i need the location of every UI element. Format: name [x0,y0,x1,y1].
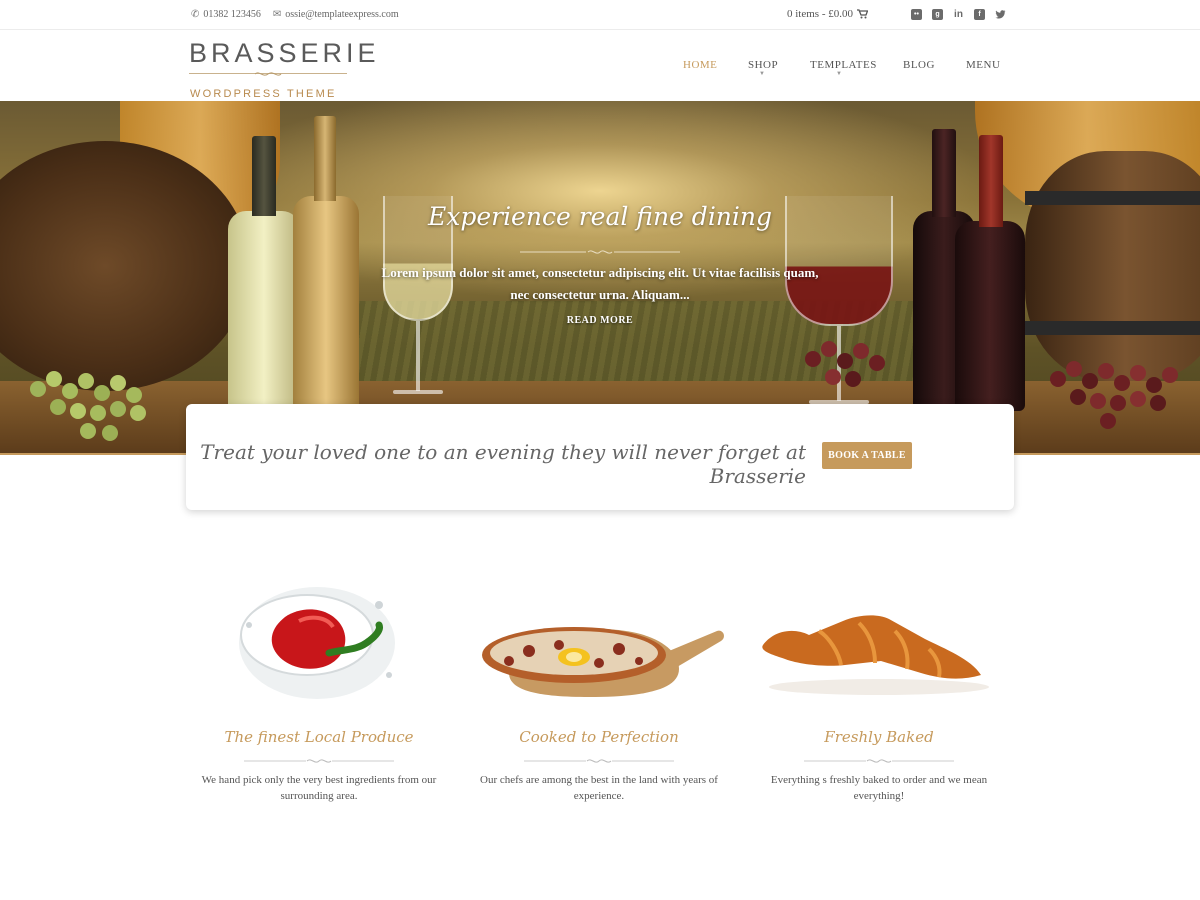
divider-ornament-icon [244,759,394,763]
nav-menu[interactable]: MENU [966,59,1000,71]
hero-banner: Experience real fine dining Lorem ipsum … [0,101,1200,455]
booking-text: Treat your loved one to an evening they … [200,440,806,488]
croissant-image [762,615,989,695]
hero-description: Lorem ipsum dolor sit amet, consectetur … [381,265,819,302]
red-grapes-right [1050,361,1200,451]
book-table-button[interactable]: BOOK A TABLE [822,442,912,469]
hero-ornament-icon [520,250,680,254]
site-header: BRASSERIE WORDPRESS THEME HOME SHOP ▼ TE… [0,30,1200,101]
booking-callout: Treat your loved one to an evening they … [186,404,1014,510]
red-grapes-center [805,341,915,401]
nav-templates[interactable]: TEMPLATES [810,59,877,71]
templates-caret-icon: ▼ [836,71,843,77]
shop-caret-icon: ▼ [759,71,766,77]
site-logo[interactable]: BRASSERIE WORDPRESS THEME [189,38,380,100]
feature-title: The finest Local Produce [224,728,414,746]
social-links: •• g in f [911,9,1006,20]
feature-description: We hand pick only the very best ingredie… [201,774,437,802]
logo-tagline: WORDPRESS THEME [190,88,337,100]
linkedin-icon[interactable]: in [953,9,964,20]
google-plus-icon[interactable]: g [932,9,943,20]
feature-title: Cooked to Perfection [519,728,679,746]
email-address: ossie@templateexpress.com [285,9,399,20]
logo-name: BRASSERIE [189,38,380,68]
facebook-icon[interactable]: f [974,9,985,20]
phone-contact[interactable]: ✆ 01382 123456 [191,9,261,20]
green-grapes [30,371,190,455]
logo-ornament-icon [254,72,282,76]
top-bar: ✆ 01382 123456 ✉ ossie@templateexpress.com… [0,0,1200,30]
cart-summary: 0 items - £0.00 [787,8,853,20]
feature-description: Our chefs are among the best in the land… [480,774,718,802]
nav-blog[interactable]: BLOG [903,59,935,71]
cart-icon [857,9,868,19]
nav-home[interactable]: HOME [683,59,717,71]
nav-shop[interactable]: SHOP [748,59,778,71]
feature-title: Freshly Baked [824,728,934,746]
barrel-right [1025,151,1200,381]
envelope-icon: ✉ [272,9,282,20]
hero-title: Experience real fine dining [427,202,773,231]
email-contact[interactable]: ✉ ossie@templateexpress.com [273,9,399,20]
flickr-icon[interactable]: •• [911,9,922,20]
phone-number: 01382 123456 [203,9,261,20]
divider-ornament-icon [524,759,674,763]
phone-icon: ✆ [191,9,200,20]
read-more-link[interactable]: READ MORE [0,315,1200,326]
red-pepper-image [239,587,395,699]
contact-info: ✆ 01382 123456 ✉ ossie@templateexpress.com [191,9,399,20]
twitter-icon[interactable] [995,9,1006,20]
divider-ornament-icon [804,759,954,763]
white-wine-bottle [228,136,300,411]
feature-description: Everything s freshly baked to order and … [770,774,988,802]
pizza-image [482,627,724,697]
cart-link[interactable]: 0 items - £0.00 [787,8,868,20]
